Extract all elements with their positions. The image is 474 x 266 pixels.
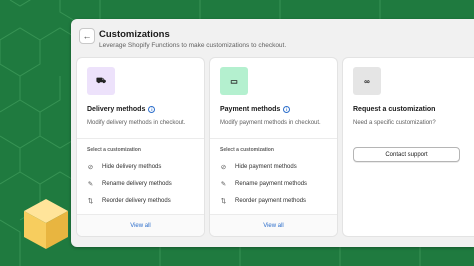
option-rename-delivery-methods[interactable]: ✎ Rename delivery methods [87, 180, 172, 188]
info-icon[interactable]: i [148, 106, 156, 113]
hide-icon: ⊘ [87, 164, 94, 171]
card-heading: Delivery methods i [87, 106, 156, 113]
option-label: Hide payment methods [235, 164, 297, 170]
option-label: Hide delivery methods [102, 164, 162, 170]
option-label: Rename payment methods [235, 181, 308, 187]
card-heading-text: Delivery methods [87, 106, 146, 113]
card-footer: View all [77, 214, 204, 236]
back-button[interactable]: ← [79, 28, 95, 44]
hide-icon: ⊘ [220, 164, 227, 171]
request-customization-card: ∞ Request a customization Need a specifi… [343, 58, 474, 236]
payment-icon: ▭ [220, 67, 248, 95]
card-description: Modify delivery methods in checkout. [87, 120, 186, 126]
card-heading-text: Payment methods [220, 106, 281, 113]
option-label: Reorder payment methods [235, 198, 307, 204]
page-title: Customizations [99, 29, 170, 40]
card-description: Modify payment methods in checkout. [220, 120, 321, 126]
cube-illustration [24, 199, 68, 249]
card-heading: Payment methods i [220, 106, 291, 113]
customizations-panel: ← Customizations Leverage Shopify Functi… [71, 19, 474, 247]
payment-methods-card: ▭ Payment methods i Modify payment metho… [210, 58, 337, 236]
reorder-icon: ⇅ [87, 198, 94, 205]
option-hide-delivery-methods[interactable]: ⊘ Hide delivery methods [87, 163, 162, 171]
page-subtitle: Leverage Shopify Functions to make custo… [99, 42, 287, 49]
option-label: Reorder delivery methods [102, 198, 171, 204]
edit-icon: ✎ [220, 181, 227, 188]
view-all-link[interactable]: View all [130, 223, 151, 229]
divider [210, 138, 337, 139]
delivery-methods-card: ⛟ Delivery methods i Modify delivery met… [77, 58, 204, 236]
select-label: Select a customization [220, 147, 274, 153]
reorder-icon: ⇅ [220, 198, 227, 205]
info-icon[interactable]: i [283, 106, 291, 113]
card-heading-text: Request a customization [353, 106, 436, 113]
divider [77, 138, 204, 139]
option-rename-payment-methods[interactable]: ✎ Rename payment methods [220, 180, 307, 188]
card-heading: Request a customization [353, 106, 435, 113]
select-label: Select a customization [87, 147, 141, 153]
contact-support-button[interactable]: Contact support [353, 147, 460, 162]
truck-icon: ⛟ [87, 67, 115, 95]
link-icon: ∞ [353, 67, 381, 95]
edit-icon: ✎ [87, 181, 94, 188]
card-description: Need a specific customization? [353, 120, 436, 126]
option-hide-payment-methods[interactable]: ⊘ Hide payment methods [220, 163, 297, 171]
option-reorder-payment-methods[interactable]: ⇅ Reorder payment methods [220, 197, 306, 205]
option-label: Rename delivery methods [102, 181, 172, 187]
option-reorder-delivery-methods[interactable]: ⇅ Reorder delivery methods [87, 197, 171, 205]
arrow-left-icon: ← [82, 30, 92, 41]
card-footer: View all [210, 214, 337, 236]
view-all-link[interactable]: View all [263, 223, 284, 229]
